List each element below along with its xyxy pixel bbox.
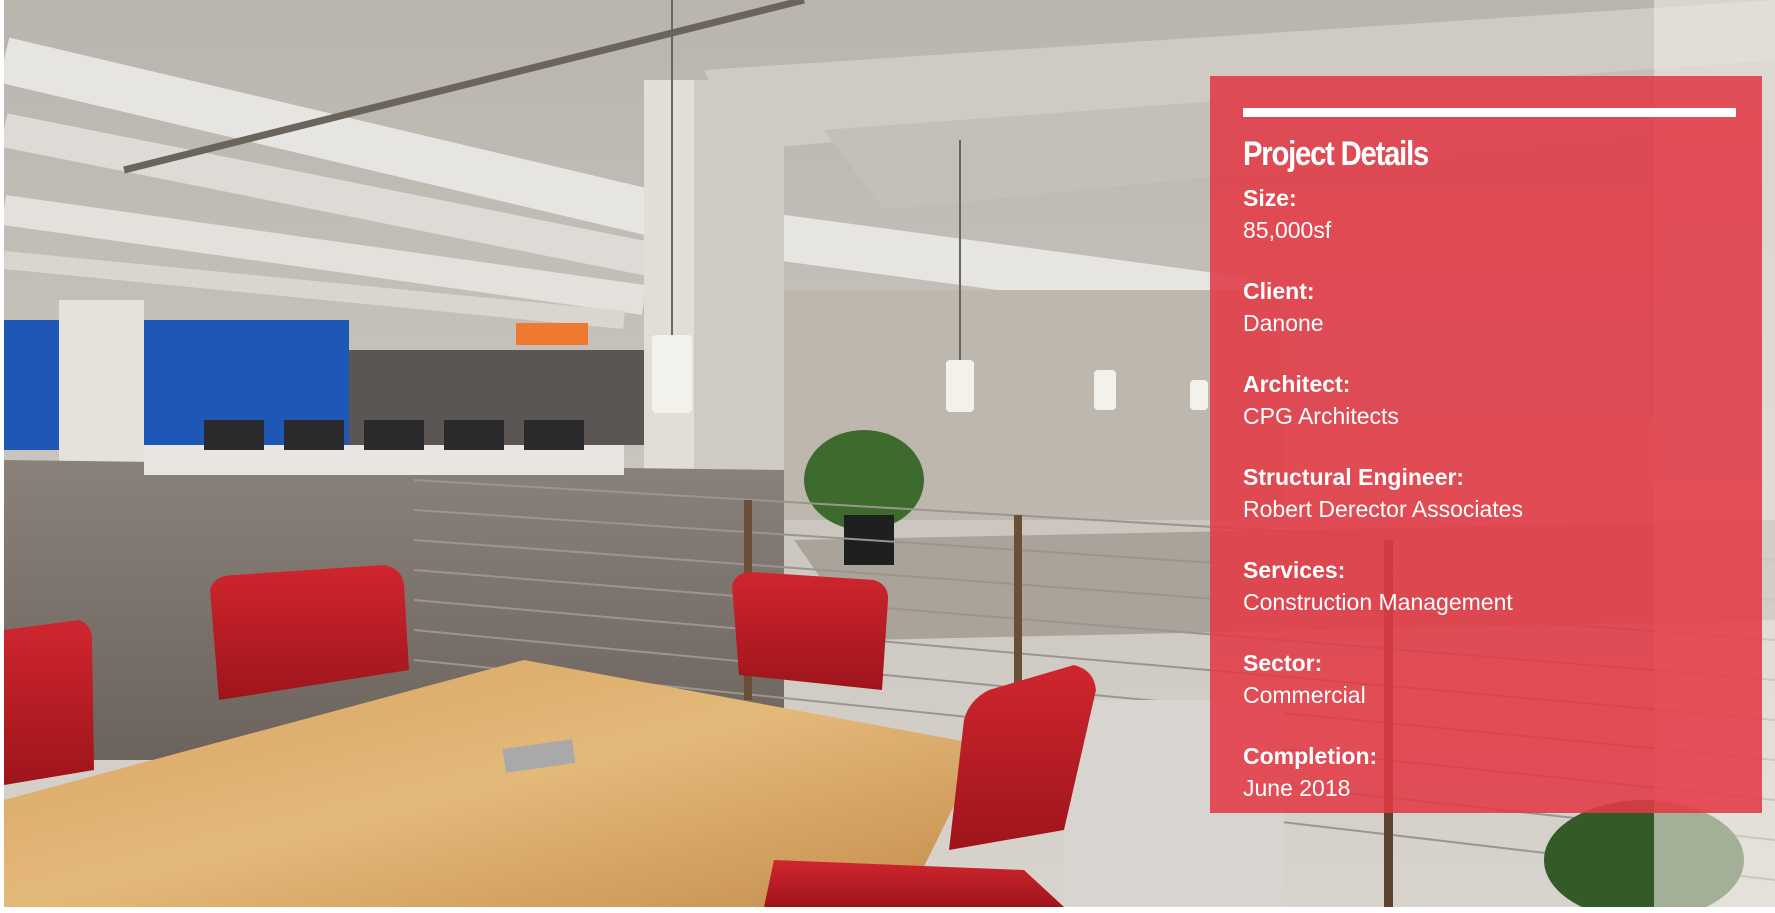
detail-completion: Completion: June 2018 — [1243, 741, 1736, 828]
detail-value: 85,000sf — [1243, 217, 1332, 243]
project-details-panel: Project Details Size: 85,000sf Client: D… — [1210, 76, 1762, 813]
detail-label: Architect: — [1243, 371, 1351, 397]
panel-rule — [1243, 108, 1736, 117]
detail-label: Structural Engineer: — [1243, 464, 1465, 490]
detail-value: CPG Architects — [1243, 403, 1399, 429]
detail-label: Services: — [1243, 557, 1346, 583]
detail-label: Size: — [1243, 185, 1297, 211]
detail-label: Sector: — [1243, 650, 1323, 676]
detail-size: Size: 85,000sf — [1243, 183, 1736, 270]
detail-architect: Architect: CPG Architects — [1243, 369, 1736, 456]
detail-value: Construction Management — [1243, 589, 1513, 615]
detail-value: Robert Derector Associates — [1243, 496, 1523, 522]
detail-value: Danone — [1243, 310, 1324, 336]
details-list: Size: 85,000sf Client: Danone Architect:… — [1243, 183, 1736, 828]
detail-label: Client: — [1243, 278, 1315, 304]
detail-value: June 2018 — [1243, 775, 1351, 801]
detail-sector: Sector: Commercial — [1243, 648, 1736, 735]
detail-services: Services: Construction Management — [1243, 555, 1736, 642]
panel-title: Project Details — [1243, 135, 1429, 173]
detail-structural-engineer: Structural Engineer: Robert Derector Ass… — [1243, 462, 1736, 549]
detail-client: Client: Danone — [1243, 276, 1736, 363]
detail-value: Commercial — [1243, 682, 1366, 708]
detail-label: Completion: — [1243, 743, 1378, 769]
